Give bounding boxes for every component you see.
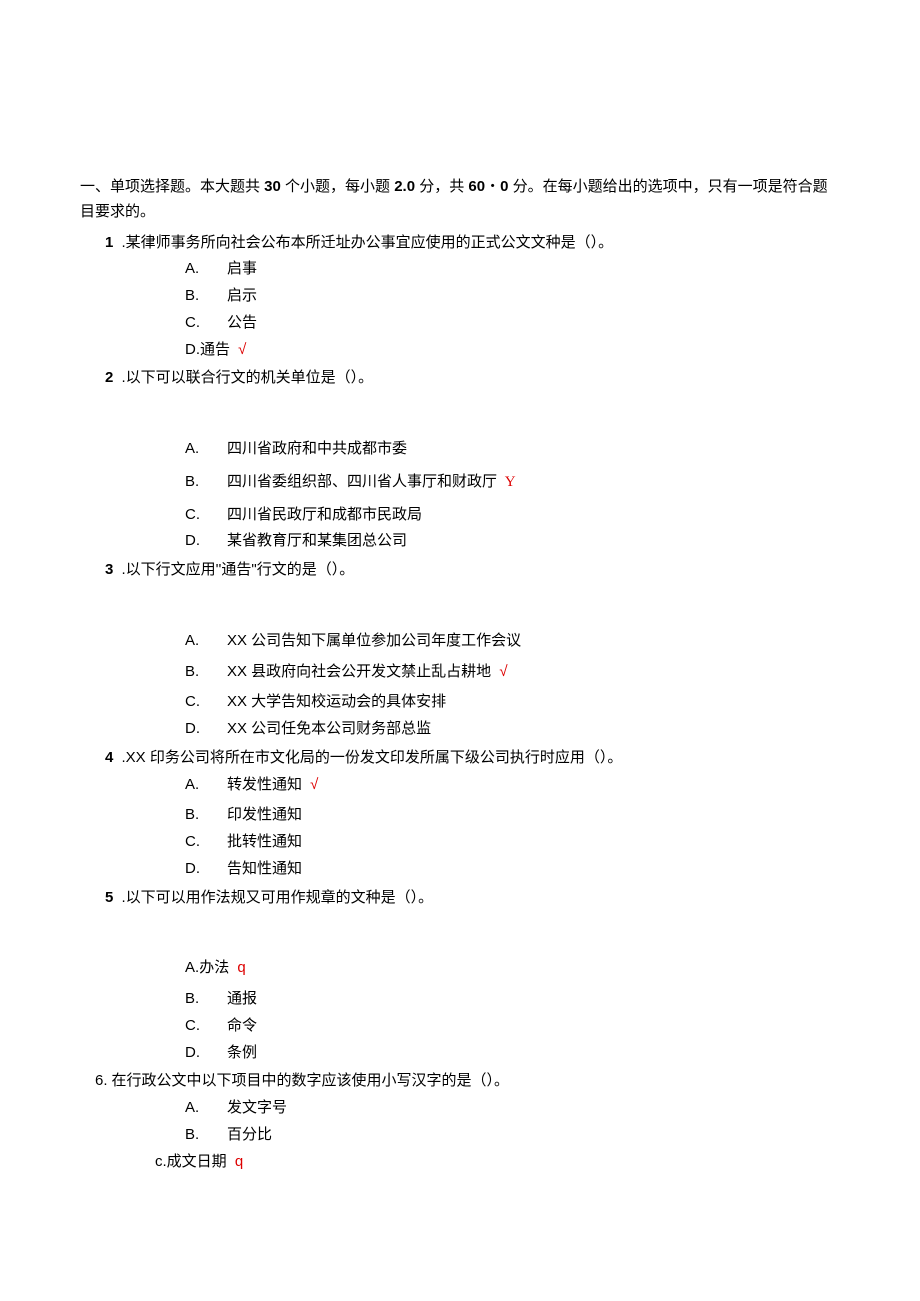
- option-text: 四川省民政厅和成都市民政局: [227, 506, 422, 523]
- option-letter: B.: [185, 803, 227, 828]
- option-text: XX 公司任免本公司财务部总监: [227, 720, 431, 737]
- check-icon: Y: [501, 474, 516, 490]
- option-text: 条例: [227, 1044, 257, 1061]
- option-letter: A.: [185, 437, 227, 462]
- option-text: 命令: [227, 1017, 257, 1034]
- option-text: XX 公司告知下属单位参加公司年度工作会议: [227, 632, 521, 649]
- options-q6-c: c.成文日期 q: [155, 1150, 840, 1175]
- question-number: 2: [105, 369, 113, 386]
- option-letter: A.: [185, 956, 199, 981]
- check-icon: √: [234, 341, 246, 358]
- question-4: 4 .XX 印务公司将所在市文化局的一份发文印发所属下级公司执行时应用（）。: [105, 746, 840, 771]
- option-letter: D.: [185, 338, 200, 363]
- check-icon: q: [231, 1153, 244, 1170]
- intro-s: 2.0: [394, 178, 415, 195]
- option-text: 成文日期: [167, 1153, 227, 1170]
- option-letter: A.: [185, 257, 227, 282]
- option-text: 发文字号: [227, 1099, 287, 1116]
- question-1: 1 .某律师事务所向社会公布本所迁址办公事宜应使用的正式公文文种是（）。: [105, 231, 840, 256]
- option-text: XX 县政府向社会公开发文禁止乱占耕地: [227, 663, 491, 680]
- option-text: 启示: [227, 287, 257, 304]
- question-5: 5 .以下可以用作法规又可用作规章的文种是（）。: [105, 886, 840, 911]
- option-letter: C.: [185, 503, 227, 528]
- option-text: 启事: [227, 260, 257, 277]
- option-text: 通报: [227, 990, 257, 1007]
- option-text: 转发性通知: [227, 776, 302, 793]
- question-stem: .以下行文应用''通告"行文的是（）。: [117, 561, 354, 578]
- option-letter: C.: [185, 690, 227, 715]
- option-letter: c.: [155, 1150, 167, 1175]
- option-letter: D.: [185, 857, 227, 882]
- question-stem: 在行政公文中以下项目中的数字应该使用小写汉字的是（）。: [112, 1072, 510, 1089]
- option-letter: A.: [185, 773, 227, 798]
- option-text: 四川省委组织部、四川省人事厅和财政厅: [227, 473, 497, 490]
- question-2: 2 .以下可以联合行文的机关单位是（）。: [105, 366, 840, 391]
- option-text: 百分比: [227, 1126, 272, 1143]
- question-3: 3 .以下行文应用''通告"行文的是（）。: [105, 558, 840, 583]
- question-number: 5: [105, 889, 113, 906]
- check-icon: √: [306, 776, 318, 793]
- intro-n: 30: [264, 178, 281, 195]
- check-icon: √: [495, 663, 507, 680]
- option-text: 公告: [227, 314, 257, 331]
- option-letter: B.: [185, 987, 227, 1012]
- intro-dot: ・: [485, 178, 500, 195]
- options-q6: A.发文字号 B.百分比: [185, 1096, 840, 1148]
- option-letter: D.: [185, 529, 227, 554]
- options-q1: A.启事 B.启示 C.公告 D.通告 √: [185, 257, 840, 362]
- option-letter: C.: [185, 830, 227, 855]
- question-number: 3: [105, 561, 113, 578]
- options-q2: A.四川省政府和中共成都市委 B.四川省委组织部、四川省人事厅和财政厅 Y C.…: [185, 437, 840, 554]
- question-number: 4: [105, 749, 113, 766]
- option-text: 批转性通知: [227, 833, 302, 850]
- option-letter: B.: [185, 1123, 227, 1148]
- section-intro: 一、单项选择题。本大题共 30 个小题，每小题 2.0 分，共 60・0 分。在…: [80, 175, 840, 225]
- option-letter: C.: [185, 311, 227, 336]
- intro-s: 60: [468, 178, 485, 195]
- option-letter: A.: [185, 1096, 227, 1121]
- option-text: 四川省政府和中共成都市委: [227, 440, 407, 457]
- question-stem: .以下可以用作法规又可用作规章的文种是（）。: [117, 889, 433, 906]
- options-q5: A.办法 q B.通报 C.命令 D.条例: [185, 956, 840, 1065]
- option-text: 通告: [200, 341, 230, 358]
- option-letter: D.: [185, 1041, 227, 1066]
- option-text: 某省教育厅和某集团总公司: [227, 532, 407, 549]
- question-stem: .某律师事务所向社会公布本所迁址办公事宜应使用的正式公文文种是（）。: [117, 234, 613, 251]
- question-number: 6.: [95, 1072, 108, 1089]
- option-letter: B.: [185, 284, 227, 309]
- intro-text: 一、单项选择题。本大题共: [80, 178, 264, 195]
- option-letter: B.: [185, 470, 227, 495]
- options-q4: A.转发性通知 √ B.印发性通知 C.批转性通知 D.告知性通知: [185, 773, 840, 882]
- intro-text: 分，共: [415, 178, 468, 195]
- option-letter: A.: [185, 629, 227, 654]
- option-text: 告知性通知: [227, 860, 302, 877]
- intro-text: 个小题，每小题: [281, 178, 394, 195]
- option-letter: C.: [185, 1014, 227, 1039]
- question-6: 6.在行政公文中以下项目中的数字应该使用小写汉字的是（）。: [95, 1069, 840, 1094]
- options-q3: A.XX 公司告知下属单位参加公司年度工作会议 B.XX 县政府向社会公开发文禁…: [185, 629, 840, 742]
- check-icon: q: [233, 959, 246, 976]
- option-text: 印发性通知: [227, 806, 302, 823]
- question-number: 1: [105, 234, 113, 251]
- question-stem: .XX 印务公司将所在市文化局的一份发文印发所属下级公司执行时应用（）。: [117, 749, 622, 766]
- option-letter: B.: [185, 660, 227, 685]
- question-stem: .以下可以联合行文的机关单位是（）。: [117, 369, 373, 386]
- option-text: XX 大学告知校运动会的具体安排: [227, 693, 446, 710]
- option-letter: D.: [185, 717, 227, 742]
- option-text: 办法: [199, 959, 229, 976]
